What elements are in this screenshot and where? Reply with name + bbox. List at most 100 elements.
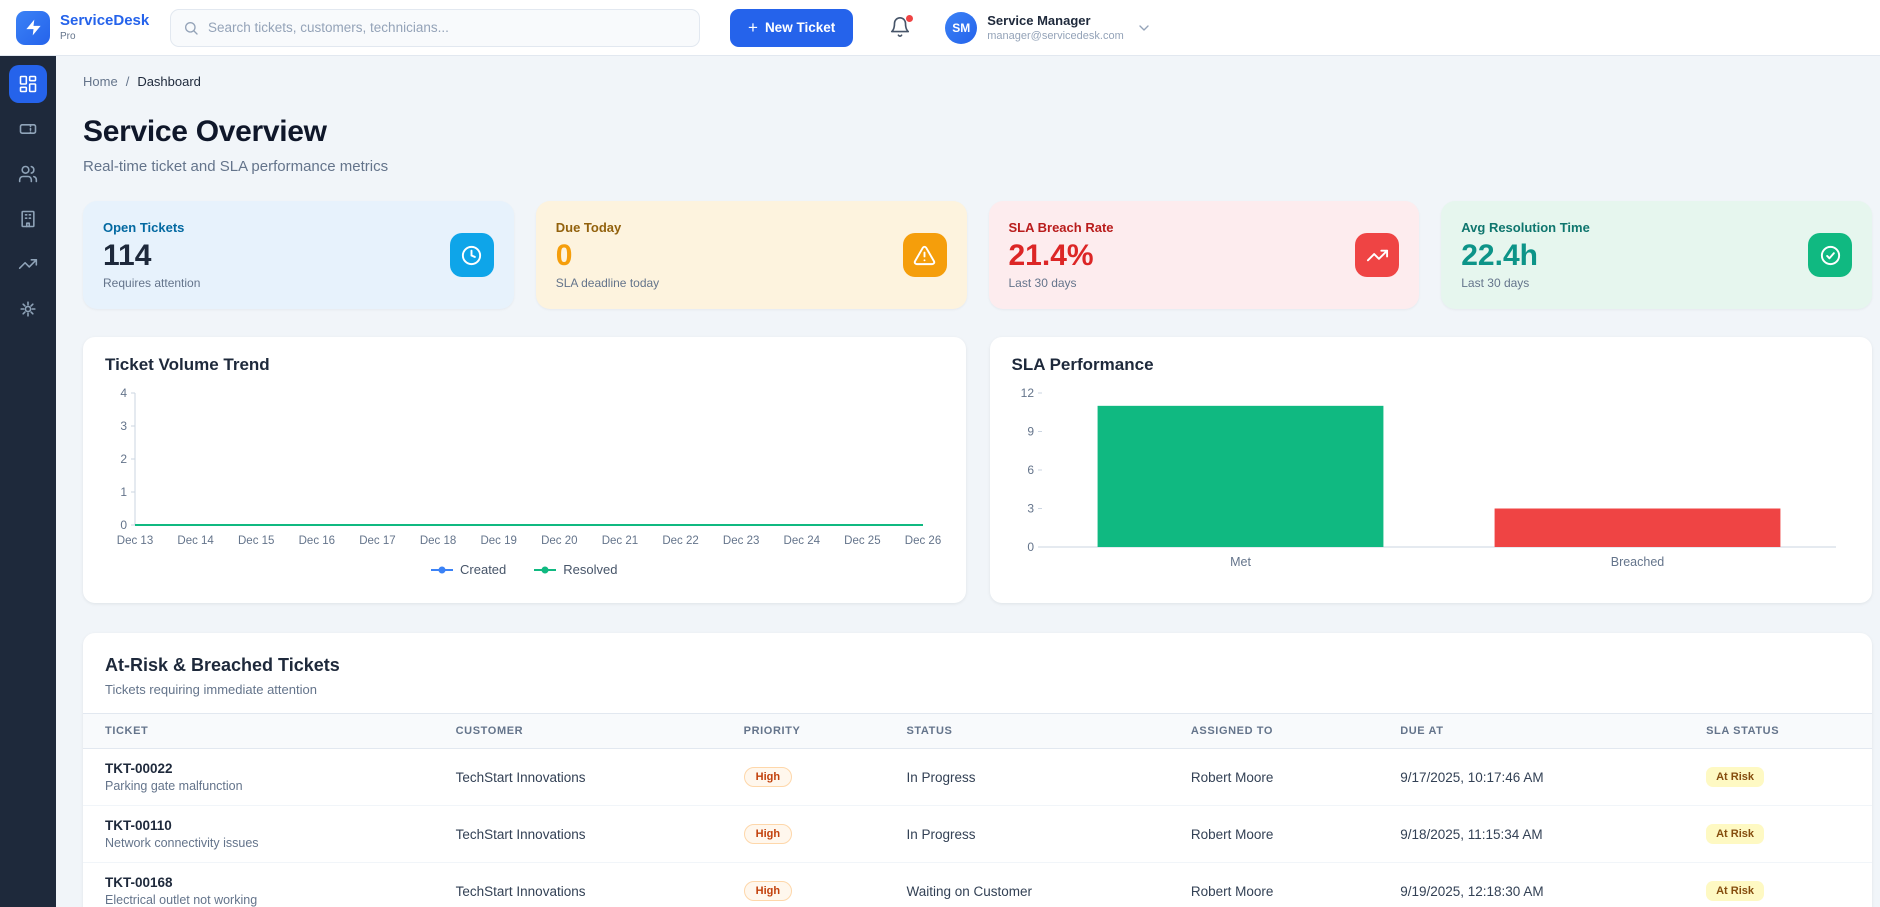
user-name: Service Manager bbox=[987, 13, 1124, 29]
svg-text:Dec 26: Dec 26 bbox=[905, 535, 941, 547]
breadcrumb-home[interactable]: Home bbox=[83, 74, 118, 89]
stat-value: 21.4% bbox=[1009, 239, 1114, 273]
svg-text:6: 6 bbox=[1027, 463, 1034, 477]
charts-row: Ticket Volume Trend 01234Dec 13Dec 14Dec… bbox=[83, 337, 1872, 603]
legend-item: Resolved bbox=[534, 562, 617, 577]
svg-text:0: 0 bbox=[120, 518, 127, 532]
svg-text:Dec 18: Dec 18 bbox=[420, 535, 456, 547]
col-sla-status[interactable]: SLA Status bbox=[1684, 714, 1872, 749]
svg-text:3: 3 bbox=[1027, 502, 1034, 516]
svg-text:12: 12 bbox=[1020, 386, 1034, 400]
ticket-summary: Parking gate malfunction bbox=[105, 779, 412, 793]
status-cell: Waiting on Customer bbox=[884, 863, 1168, 907]
svg-text:Dec 15: Dec 15 bbox=[238, 535, 274, 547]
svg-text:Dec 14: Dec 14 bbox=[177, 535, 214, 547]
stat-text: Avg Resolution Time 22.4h Last 30 days bbox=[1461, 220, 1590, 290]
table-row[interactable]: TKT-00110 Network connectivity issues Te… bbox=[83, 806, 1872, 863]
search-icon bbox=[183, 20, 199, 36]
col-priority[interactable]: Priority bbox=[722, 714, 885, 749]
chevron-down-icon[interactable] bbox=[1136, 20, 1152, 36]
svg-text:Dec 23: Dec 23 bbox=[723, 535, 759, 547]
gear-icon bbox=[18, 299, 38, 319]
trending-up-icon bbox=[1355, 233, 1399, 277]
col-due-at[interactable]: Due At bbox=[1378, 714, 1684, 749]
assigned-cell: Robert Moore bbox=[1169, 863, 1378, 907]
ticket-id[interactable]: TKT-00110 bbox=[105, 818, 412, 833]
sla-status-badge: At Risk bbox=[1706, 824, 1764, 844]
stat-card-sla-breach-rate[interactable]: SLA Breach Rate 21.4% Last 30 days bbox=[989, 201, 1420, 309]
customer-cell: TechStart Innovations bbox=[434, 749, 722, 806]
ticket-volume-card: Ticket Volume Trend 01234Dec 13Dec 14Dec… bbox=[83, 337, 966, 603]
stat-label: SLA Breach Rate bbox=[1009, 220, 1114, 235]
col-ticket[interactable]: Ticket bbox=[83, 714, 434, 749]
ticket-summary: Electrical outlet not working bbox=[105, 893, 412, 907]
app-logo[interactable] bbox=[16, 11, 50, 45]
stat-card-due-today[interactable]: Due Today 0 SLA deadline today bbox=[536, 201, 967, 309]
col-customer[interactable]: Customer bbox=[434, 714, 722, 749]
assigned-cell: Robert Moore bbox=[1169, 806, 1378, 863]
breadcrumb-separator: / bbox=[126, 74, 130, 89]
plus-icon: + bbox=[748, 19, 758, 36]
stat-caption: Requires attention bbox=[103, 276, 200, 290]
customer-cell: TechStart Innovations bbox=[434, 863, 722, 907]
svg-text:Dec 16: Dec 16 bbox=[299, 535, 335, 547]
sidebar-item-reports[interactable] bbox=[9, 245, 47, 283]
global-search[interactable] bbox=[170, 9, 700, 47]
chart-title: SLA Performance bbox=[1012, 355, 1851, 375]
stat-value: 114 bbox=[103, 239, 200, 273]
bar-chart-svg: 036912MetBreached bbox=[1012, 383, 1848, 575]
legend-marker bbox=[534, 565, 556, 575]
svg-text:Dec 21: Dec 21 bbox=[602, 535, 638, 547]
svg-text:Dec 20: Dec 20 bbox=[541, 535, 577, 547]
ticket-volume-chart: 01234Dec 13Dec 14Dec 15Dec 16Dec 17Dec 1… bbox=[105, 383, 944, 560]
table-header-row: Ticket Customer Priority Status Assigned… bbox=[83, 714, 1872, 749]
priority-badge: High bbox=[744, 881, 792, 901]
sidebar-item-settings[interactable] bbox=[9, 290, 47, 328]
legend-item: Created bbox=[431, 562, 506, 577]
col-status[interactable]: Status bbox=[884, 714, 1168, 749]
sidebar-item-tickets[interactable] bbox=[9, 110, 47, 148]
sidebar-item-companies[interactable] bbox=[9, 200, 47, 238]
ticket-icon bbox=[18, 119, 38, 139]
sidebar bbox=[0, 56, 56, 907]
stat-card-avg-resolution-time[interactable]: Avg Resolution Time 22.4h Last 30 days bbox=[1441, 201, 1872, 309]
assigned-cell: Robert Moore bbox=[1169, 749, 1378, 806]
table-row[interactable]: TKT-00022 Parking gate malfunction TechS… bbox=[83, 749, 1872, 806]
status-cell: In Progress bbox=[884, 749, 1168, 806]
stat-cards: Open Tickets 114 Requires attention Due … bbox=[83, 201, 1872, 309]
user-avatar[interactable]: SM bbox=[945, 12, 977, 44]
chart-title: Ticket Volume Trend bbox=[105, 355, 944, 375]
new-ticket-button[interactable]: + New Ticket bbox=[730, 9, 853, 47]
user-menu[interactable]: Service Manager manager@servicedesk.com bbox=[987, 13, 1124, 42]
stat-value: 22.4h bbox=[1461, 239, 1590, 273]
due-at-cell: 9/19/2025, 12:18:30 AM bbox=[1378, 863, 1684, 907]
clock-icon bbox=[450, 233, 494, 277]
brand-text: ServiceDesk Pro bbox=[60, 13, 149, 42]
svg-text:9: 9 bbox=[1027, 425, 1034, 439]
col-assigned-to[interactable]: Assigned To bbox=[1169, 714, 1378, 749]
ticket-summary: Network connectivity issues bbox=[105, 836, 412, 850]
users-icon bbox=[18, 164, 38, 184]
table-row[interactable]: TKT-00168 Electrical outlet not working … bbox=[83, 863, 1872, 907]
sidebar-item-dashboard[interactable] bbox=[9, 65, 47, 103]
svg-text:Dec 25: Dec 25 bbox=[844, 535, 880, 547]
stat-label: Open Tickets bbox=[103, 220, 200, 235]
notifications-bell[interactable] bbox=[889, 16, 913, 40]
sla-status-badge: At Risk bbox=[1706, 767, 1764, 787]
stat-card-open-tickets[interactable]: Open Tickets 114 Requires attention bbox=[83, 201, 514, 309]
search-input[interactable] bbox=[208, 20, 687, 35]
breadcrumb: Home / Dashboard bbox=[83, 74, 1872, 89]
svg-text:Dec 13: Dec 13 bbox=[117, 535, 153, 547]
svg-text:Dec 17: Dec 17 bbox=[359, 535, 395, 547]
svg-text:3: 3 bbox=[120, 419, 127, 433]
stat-text: Due Today 0 SLA deadline today bbox=[556, 220, 659, 290]
ticket-id[interactable]: TKT-00022 bbox=[105, 761, 412, 776]
brand: ServiceDesk Pro bbox=[16, 11, 156, 45]
sla-performance-card: SLA Performance 036912MetBreached bbox=[990, 337, 1873, 603]
sidebar-item-customers[interactable] bbox=[9, 155, 47, 193]
ticket-id[interactable]: TKT-00168 bbox=[105, 875, 412, 890]
new-ticket-label: New Ticket bbox=[765, 20, 835, 35]
volume-legend: Created Resolved bbox=[105, 562, 944, 577]
zap-icon bbox=[24, 18, 43, 37]
stat-text: SLA Breach Rate 21.4% Last 30 days bbox=[1009, 220, 1114, 290]
